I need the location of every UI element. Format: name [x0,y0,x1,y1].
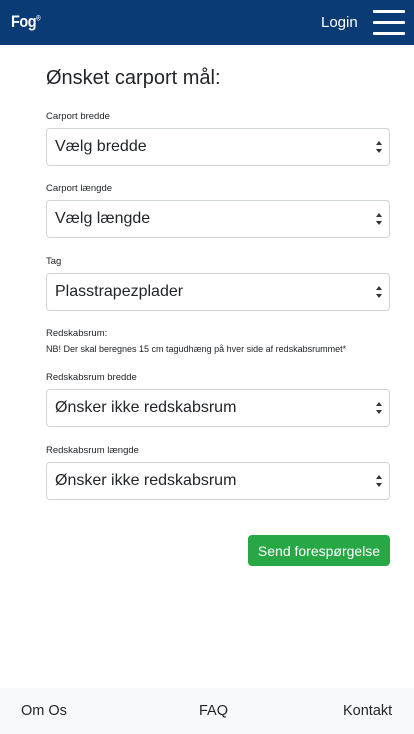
fog-logo[interactable]: Fog® [11,12,41,32]
select-arrows-icon [376,141,382,153]
shed-width-label: Redskabsrum bredde [46,372,137,383]
send-request-button[interactable]: Send forespørgelse [248,535,390,566]
footer: Om Os FAQ Kontakt [0,688,414,734]
roof-label: Tag [46,256,62,267]
carport-width-select[interactable]: Vælg bredde [46,128,390,166]
hamburger-bar [373,32,405,35]
select-arrows-icon [376,213,382,225]
hamburger-menu-icon[interactable] [373,10,405,36]
footer-link-faq[interactable]: FAQ [199,703,228,719]
hamburger-bar [373,21,405,24]
hamburger-bar [373,10,405,13]
carport-width-value: Vælg bredde [55,138,147,155]
roof-select[interactable]: Plasstrapezplader [46,273,390,311]
shed-note-title: Redskabsrum: [46,328,108,339]
top-navbar: Fog® Login [0,0,414,45]
shed-length-value: Ønsker ikke redskabsrum [55,472,237,489]
roof-value: Plasstrapezplader [55,283,184,300]
shed-width-value: Ønsker ikke redskabsrum [55,399,237,416]
select-arrows-icon [376,402,382,414]
carport-length-value: Vælg længde [55,210,151,227]
page-title: Ønsket carport mål: [46,67,221,89]
logo-registered-mark: ® [36,15,41,23]
carport-length-select[interactable]: Vælg længde [46,200,390,238]
logo-text: Fog [11,12,37,31]
select-arrows-icon [376,475,382,487]
shed-length-label: Redskabsrum længde [46,445,139,456]
footer-link-contact[interactable]: Kontakt [343,703,392,719]
shed-length-select[interactable]: Ønsker ikke redskabsrum [46,462,390,500]
carport-width-label: Carport bredde [46,111,110,122]
footer-link-about[interactable]: Om Os [21,703,67,719]
login-link[interactable]: Login [321,14,358,31]
shed-note-text: NB! Der skal beregnes 15 cm tagudhæng på… [46,344,347,354]
shed-width-select[interactable]: Ønsker ikke redskabsrum [46,389,390,427]
select-arrows-icon [376,286,382,298]
carport-length-label: Carport længde [46,183,113,194]
